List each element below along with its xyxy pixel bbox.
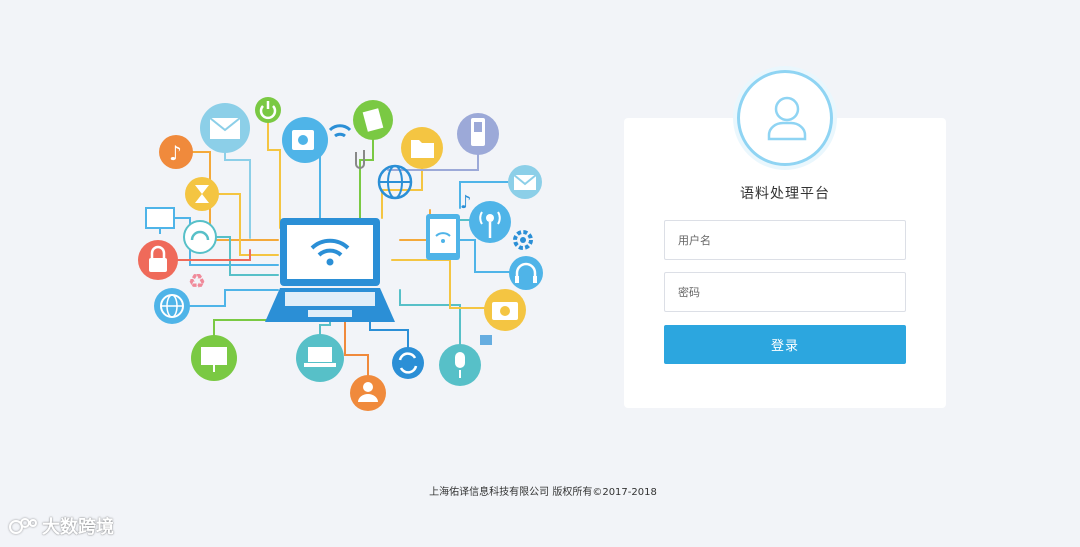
music-note-small-icon: ♪ <box>460 192 472 213</box>
user-icon <box>350 375 386 411</box>
watermark: 大数跨境 <box>8 512 114 540</box>
headset-icon <box>183 220 217 254</box>
gear-icon <box>513 230 533 250</box>
headphones-icon <box>509 256 543 290</box>
copyright-footer: 上海佑译信息科技有限公司 版权所有©2017-2018 <box>429 487 657 498</box>
mail-icon-right <box>508 165 542 199</box>
microphone-icon <box>439 344 481 386</box>
hourglass-icon <box>185 177 219 211</box>
laptop-wifi-icon <box>265 218 395 322</box>
globe-left-icon <box>154 288 190 324</box>
monitor-small-icon <box>145 207 175 234</box>
mail-icon <box>200 103 250 153</box>
watermark-logo-icon <box>9 518 37 534</box>
lock-icon <box>138 240 178 280</box>
tablet-wifi-icon <box>426 214 460 260</box>
svg-text:♪: ♪ <box>460 192 472 213</box>
wifi-icon <box>328 124 352 138</box>
phone-small-icon <box>480 335 492 345</box>
page-title: 语料处理平台 <box>740 186 830 202</box>
folder-icon <box>401 127 443 169</box>
network-devices-illustration: ♪ ♪ ♻ <box>138 97 543 411</box>
broadcast-icon <box>469 201 511 243</box>
login-button[interactable]: 登录 <box>664 325 906 364</box>
recycle-icon: ♻ <box>188 269 206 293</box>
photo-camera-icon <box>484 289 526 331</box>
password-input[interactable] <box>664 272 906 312</box>
avatar <box>737 70 833 166</box>
mobile-phone-icon <box>457 113 499 155</box>
sync-icon <box>392 347 424 379</box>
user-avatar-icon <box>767 96 807 141</box>
document-icon <box>353 100 393 140</box>
username-input[interactable] <box>664 220 906 260</box>
watermark-text: 大数跨境 <box>42 517 114 538</box>
laptop-small-icon <box>296 334 344 382</box>
monitor-wifi-icon <box>191 335 237 381</box>
svg-text:♪: ♪ <box>169 141 182 165</box>
power-icon <box>255 97 281 123</box>
camera-icon <box>282 117 328 163</box>
music-note-icon: ♪ <box>159 135 193 169</box>
svg-text:♻: ♻ <box>188 269 206 293</box>
